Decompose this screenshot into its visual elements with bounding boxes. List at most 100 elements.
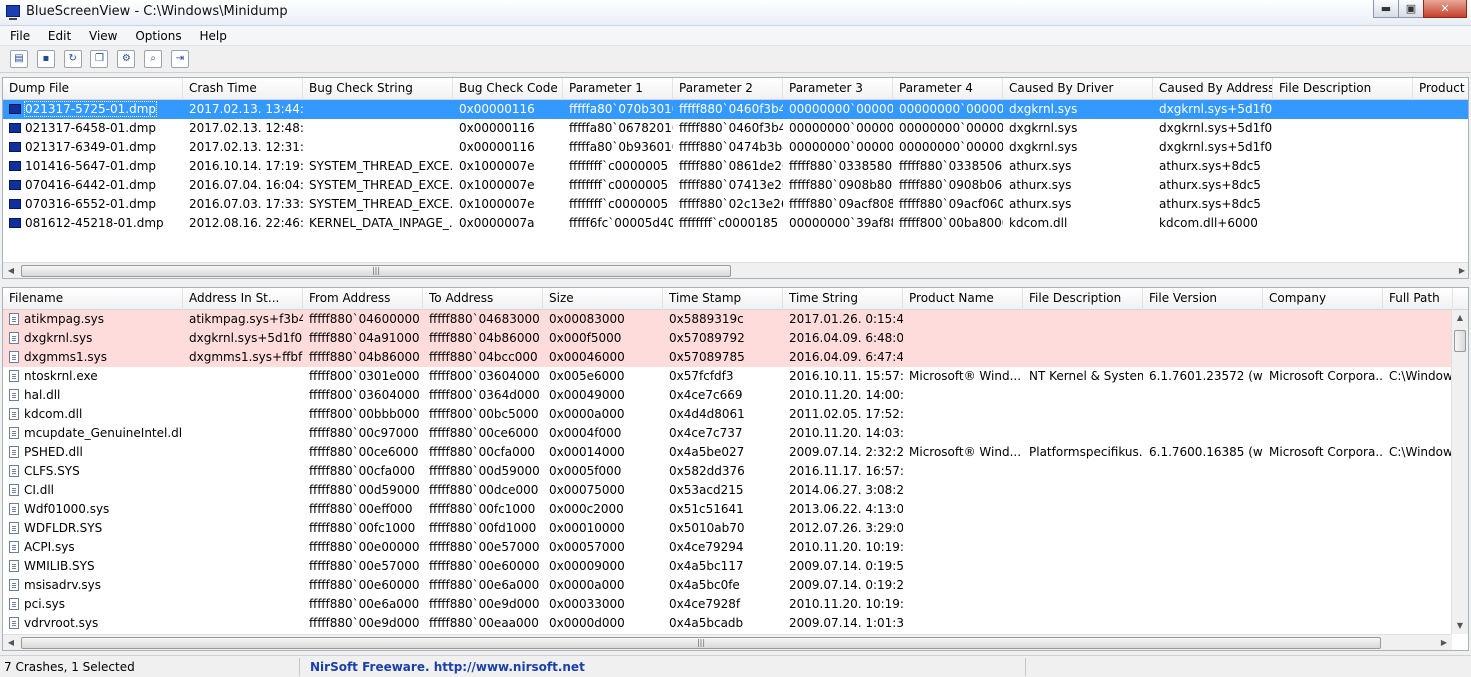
cell-text: fffff800`03604000 [429,369,540,383]
table-row[interactable]: hal.dll fffff800`03604000 fffff800`0364d00… [3,386,1468,405]
driver-column-header[interactable]: Company [1263,288,1383,310]
scroll-left-icon[interactable]: ◀ [3,635,19,650]
crash-column-header[interactable]: Parameter 2 [673,78,783,100]
crash-column-header[interactable]: File Description [1273,78,1413,100]
exit-icon[interactable]: ⇥ [170,50,189,68]
table-cell [183,500,303,519]
cell-text: 0x0000007a [459,216,535,230]
find-icon[interactable]: ⌕ [144,50,163,68]
driver-column-header[interactable]: File Version [1143,288,1263,310]
driver-list[interactable]: Filename Address In St... From Address To A… [2,287,1469,651]
table-row[interactable]: 081612-45218-01.dmp 2012.08.16. 22:46:05 K… [3,214,1468,233]
crash-list-hscrollbar[interactable]: ◀ ||| ▶ [3,262,1468,278]
scroll-thumb[interactable]: ||| [21,265,731,277]
table-row[interactable]: CLFS.SYS fffff880`00cfa000 fffff880`00d590… [3,462,1468,481]
table-cell [1023,614,1143,633]
crash-column-header[interactable]: Caused By Driver [1003,78,1153,100]
crash-column-header[interactable]: Crash Time [183,78,303,100]
close-button[interactable]: ✕ [1423,0,1467,18]
driver-file-icon [9,541,19,553]
table-cell: 2009.07.14. 0:19:26 [783,576,903,595]
status-nirsoft-link[interactable]: NirSoft Freeware. http://www.nirsoft.net [306,658,1026,676]
table-cell: 0x4ce79294 [663,538,783,557]
table-row[interactable]: 101416-5647-01.dmp 2016.10.14. 17:19:32 SY… [3,157,1468,176]
table-row[interactable]: mcupdate_GenuineIntel.dll fffff880`00c970… [3,424,1468,443]
table-row[interactable]: 021317-5725-01.dmp 2017.02.13. 13:44:42 0x… [3,100,1468,119]
driver-column-header[interactable]: Full Path [1383,288,1453,310]
crash-column-header[interactable]: Product N [1413,78,1468,100]
panel-splitter[interactable] [0,280,1471,286]
crash-column-header[interactable]: Bug Check Code [453,78,563,100]
minimize-button[interactable]: ▬ [1373,0,1399,18]
table-row[interactable]: dxgkrnl.sys dxgkrnl.sys+5d1f0 fffff880`04a… [3,329,1468,348]
driver-column-header[interactable]: Filename [3,288,183,310]
table-cell: 0x57089785 [663,348,783,367]
crash-column-header[interactable]: Parameter 1 [563,78,673,100]
crash-column-header[interactable]: Caused By Address [1153,78,1273,100]
cell-text: fffff880`0474b3b4 [679,140,783,154]
table-row[interactable]: PSHED.dll fffff880`00ce6000 fffff880`00cfa… [3,443,1468,462]
table-cell [1263,557,1383,576]
scroll-up-icon[interactable]: ▲ [1452,310,1468,326]
driver-column-header[interactable]: Size [543,288,663,310]
scroll-thumb[interactable]: ||| [21,637,1381,649]
table-row[interactable]: pci.sys fffff880`00e6a000 fffff880`00e9d00… [3,595,1468,614]
refresh-icon[interactable]: ↻ [63,50,82,68]
table-row[interactable]: atikmpag.sys atikmpag.sys+f3b4 fffff880`04… [3,310,1468,329]
table-row[interactable]: ntoskrnl.exe fffff800`0301e000 fffff800`03… [3,367,1468,386]
table-cell: 0x4a5bc0fe [663,576,783,595]
driver-column-header[interactable]: File Description [1023,288,1143,310]
cell-text: 101416-5647-01.dmp [25,159,157,173]
table-row[interactable]: vdrvroot.sys fffff880`00e9d000 fffff880`00… [3,614,1468,633]
crash-column-header[interactable]: Dump File [3,78,183,100]
table-row[interactable]: ACPI.sys fffff880`00e00000 fffff880`00e570… [3,538,1468,557]
table-row[interactable]: CI.dll fffff880`00d59000 fffff880`00dce000… [3,481,1468,500]
crash-list[interactable]: Dump File Crash Time Bug Check String Bug C… [2,77,1469,279]
scroll-right-icon[interactable]: ▶ [1436,635,1452,650]
crash-column-header[interactable]: Parameter 4 [893,78,1003,100]
table-row[interactable]: dxgmms1.sys dxgmms1.sys+ffbf fffff880`04b8… [3,348,1468,367]
table-row[interactable]: Wdf01000.sys fffff880`00eff000 fffff880`00… [3,500,1468,519]
driver-column-header[interactable]: Address In St... [183,288,303,310]
copy-icon[interactable]: ❐ [90,50,109,68]
table-row[interactable]: 070416-6442-01.dmp 2016.07.04. 16:04:29 SY… [3,176,1468,195]
scroll-right-icon[interactable]: ▶ [1454,263,1468,278]
save-icon[interactable]: ▪ [36,50,55,68]
cell-text: dxgmms1.sys [24,350,108,364]
driver-list-hscrollbar[interactable]: ◀ ||| ▶ [3,634,1452,650]
menu-edit[interactable]: Edit [41,26,78,45]
crash-column-header[interactable]: Bug Check String [303,78,453,100]
driver-column-header[interactable]: Product Name [903,288,1023,310]
table-cell: 0x0004f000 [543,424,663,443]
table-row[interactable]: WDFLDR.SYS fffff880`00fc1000 fffff880`00fd… [3,519,1468,538]
table-row[interactable]: 021317-6349-01.dmp 2017.02.13. 12:31:18 0x… [3,138,1468,157]
table-row[interactable]: WMILIB.SYS fffff880`00e57000 fffff880`00e6… [3,557,1468,576]
menu-help[interactable]: Help [192,26,233,45]
cell-text: 2016.11.17. 16:57:42 [789,464,903,478]
table-row[interactable]: 021317-6458-01.dmp 2017.02.13. 12:48:09 0x… [3,119,1468,138]
crash-column-header[interactable]: Parameter 3 [783,78,893,100]
scroll-left-icon[interactable]: ◀ [3,263,19,278]
table-row[interactable]: msisadrv.sys fffff880`00e60000 fffff880`00… [3,576,1468,595]
table-cell: 2014.06.27. 3:08:21 [783,481,903,500]
table-cell: 0x0005f000 [543,462,663,481]
table-cell: 0x1000007e [453,195,563,214]
scroll-down-icon[interactable]: ▼ [1452,618,1468,634]
maximize-button[interactable]: ▣ [1398,0,1424,18]
table-cell [1263,329,1383,348]
table-cell [183,367,303,386]
settings-icon[interactable]: ⚙ [117,50,136,68]
driver-column-header[interactable]: Time String [783,288,903,310]
scroll-thumb[interactable] [1454,330,1466,352]
menu-view[interactable]: View [82,26,124,45]
properties-icon[interactable]: ▤ [10,50,28,68]
driver-column-header[interactable]: To Address [423,288,543,310]
driver-column-header[interactable]: Time Stamp [663,288,783,310]
driver-list-vscrollbar[interactable]: ▲ ▼ [1451,310,1468,634]
cell-text: fffff880`00e00000 [309,540,420,554]
menu-options[interactable]: Options [128,26,188,45]
table-row[interactable]: kdcom.dll fffff800`00bbb000 fffff800`00bc5… [3,405,1468,424]
menu-file[interactable]: File [0,26,37,45]
table-row[interactable]: 070316-6552-01.dmp 2016.07.03. 17:33:50 SY… [3,195,1468,214]
driver-column-header[interactable]: From Address [303,288,423,310]
